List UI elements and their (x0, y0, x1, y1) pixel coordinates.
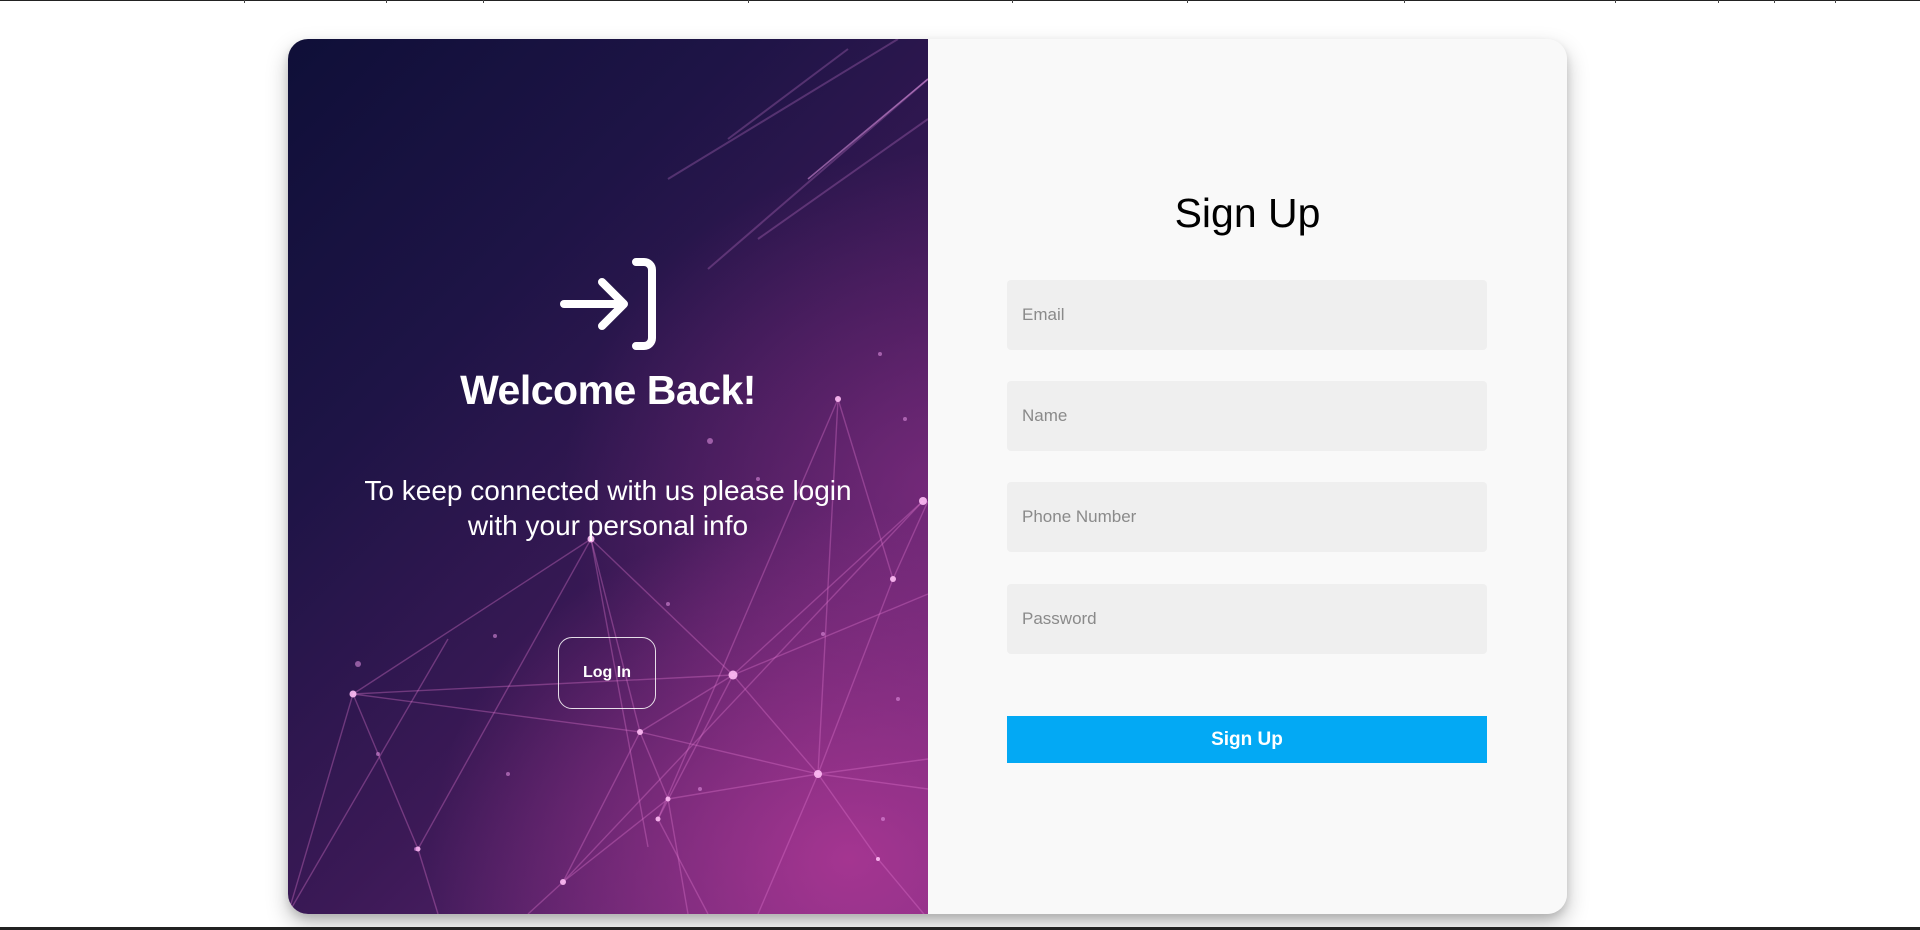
signup-title: Sign Up (1174, 190, 1321, 236)
login-icon (560, 258, 656, 350)
name-field[interactable] (1007, 381, 1487, 451)
signup-button[interactable]: Sign Up (1007, 716, 1487, 763)
auth-card: Welcome Back! To keep connected with us … (288, 39, 1567, 914)
email-field[interactable] (1007, 280, 1487, 350)
welcome-title: Welcome Back! (460, 367, 756, 413)
welcome-message: To keep connected with us please login w… (364, 475, 852, 541)
password-field[interactable] (1007, 584, 1487, 654)
welcome-content: Welcome Back! To keep connected with us … (288, 39, 928, 914)
top-border-ticks (0, 0, 1920, 3)
signup-panel: Sign Up Sign Up (928, 39, 1567, 914)
phone-number-field[interactable] (1007, 482, 1487, 552)
welcome-panel: Welcome Back! To keep connected with us … (288, 39, 928, 914)
login-button[interactable]: Log In (558, 637, 656, 709)
